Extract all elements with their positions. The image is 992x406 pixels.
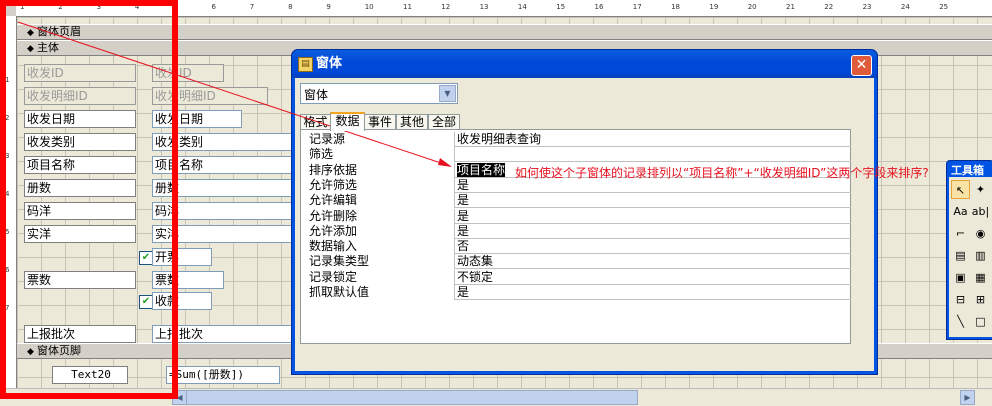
annotation-arrow bbox=[17, 21, 452, 167]
tab-data[interactable]: 数据 bbox=[330, 112, 365, 131]
